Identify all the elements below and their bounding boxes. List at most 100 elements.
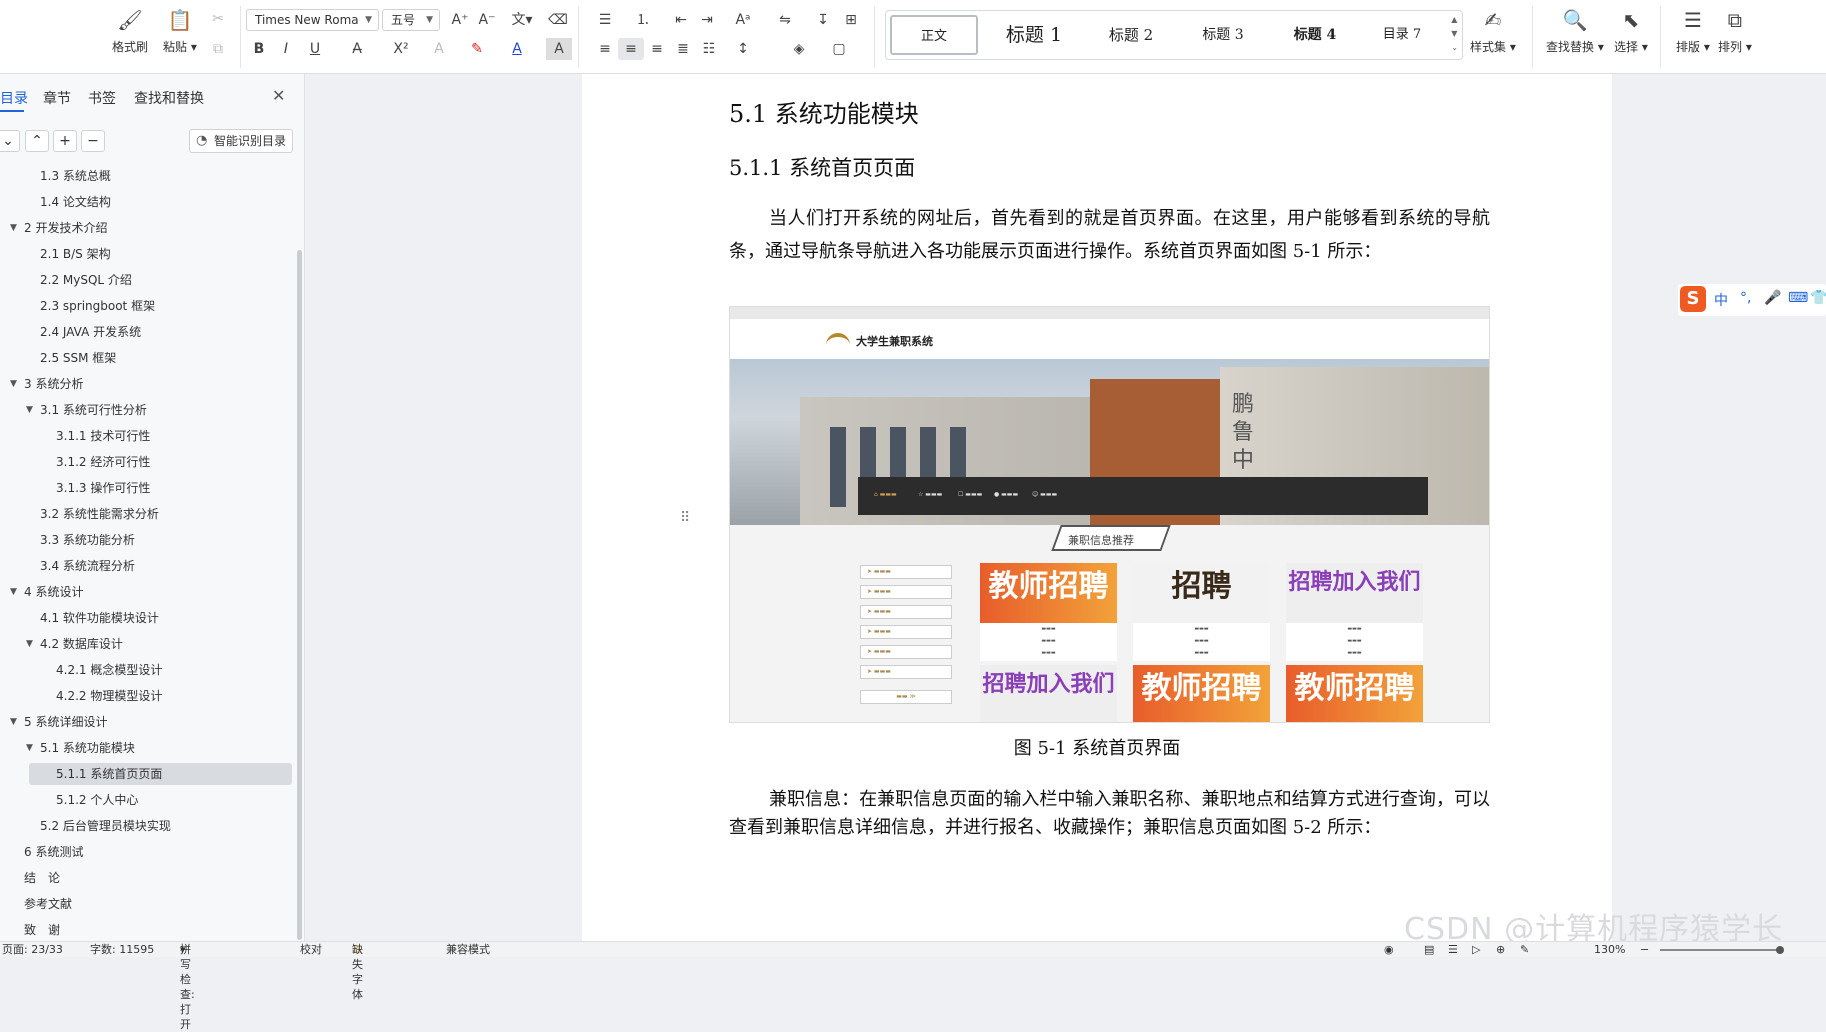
smart-toc-button[interactable]: ◔ 智能识别目录 [189, 129, 293, 153]
outline-view-icon[interactable]: ☰ [1448, 942, 1458, 957]
expand-arrow-icon[interactable]: ▼ [10, 580, 17, 604]
layout-button[interactable]: ☰ 排版 ▾ [1676, 8, 1710, 55]
border-icon[interactable]: ▢ [826, 38, 852, 60]
sogou-logo[interactable]: S [1680, 286, 1706, 312]
toc-item[interactable]: ▼ 4 系统设计 [0, 580, 300, 604]
zoom-out-icon[interactable]: − [1640, 942, 1649, 957]
page-indicator[interactable]: 页面: 23/33 [2, 942, 63, 957]
word-count[interactable]: 字数: 11595 [90, 942, 154, 957]
style-heading-3[interactable]: 标题 3 [1178, 15, 1268, 55]
toc-item[interactable]: 致 谢 [0, 918, 300, 942]
toc-item[interactable]: 3.1.3 操作可行性 [0, 476, 300, 500]
style-heading-2[interactable]: 标题 2 [1086, 15, 1176, 55]
keyboard-icon[interactable]: ⌨ [1788, 290, 1808, 306]
toc-item[interactable]: 参考文献 [0, 892, 300, 916]
toc-item[interactable]: ▼ 2 开发技术介绍 [0, 216, 300, 240]
toc-item[interactable]: 2.4 JAVA 开发系统 [0, 320, 300, 344]
style-heading-1[interactable]: 标题 1 [984, 15, 1084, 55]
font-name-select[interactable]: Times New Roma ▼ [246, 9, 379, 31]
zoom-level[interactable]: 130% [1594, 942, 1625, 957]
tab-chapters[interactable]: 章节 [43, 88, 71, 108]
toc-item[interactable]: 6 系统测试 [0, 840, 300, 864]
sort-icon[interactable]: ↧ [810, 9, 836, 31]
web-view-icon[interactable]: ⊕ [1496, 942, 1505, 957]
underline-icon[interactable]: U [302, 38, 328, 60]
style-normal[interactable]: 正文 [890, 15, 978, 55]
paste-button[interactable]: 📋 粘贴 ▾ [163, 8, 197, 55]
toc-item[interactable]: ▼ 3 系统分析 [0, 372, 300, 396]
style-set-button[interactable]: ✍ 样式集 ▾ [1470, 8, 1516, 55]
zoom-slider-thumb[interactable] [1776, 946, 1784, 954]
toc-item[interactable]: 2.5 SSM 框架 [0, 346, 300, 370]
play-icon[interactable]: ▷ [1472, 942, 1480, 957]
decrease-indent-icon[interactable]: ⇤ [668, 9, 694, 31]
remove-heading-button[interactable]: − [81, 130, 105, 152]
toc-item[interactable]: ▼ 4.2 数据库设计 [0, 632, 300, 656]
collapse-all-button[interactable]: ⌄ [0, 130, 20, 152]
arrange-button[interactable]: ⧉ 排列 ▾ [1718, 8, 1752, 55]
shading-icon[interactable]: ◈ [786, 38, 812, 60]
numbered-list-icon[interactable]: ⒈ [630, 9, 656, 31]
toc-item[interactable]: 4.1 软件功能模块设计 [0, 606, 300, 630]
select-button[interactable]: ⬉ 选择 ▾ [1614, 8, 1648, 55]
toc-item[interactable]: 3.2 系统性能需求分析 [0, 502, 300, 526]
bold-icon[interactable]: B [246, 38, 272, 60]
toc-item[interactable]: 3.1.2 经济可行性 [0, 450, 300, 474]
cut-icon[interactable]: ✂ [205, 8, 231, 30]
pen-icon[interactable]: ✎ [1520, 942, 1529, 957]
toc-item[interactable]: 4.2.1 概念模型设计 [0, 658, 300, 682]
toc-item[interactable]: 5.1.1 系统首页页面 [0, 762, 300, 786]
table-icon[interactable]: ⊞ [838, 9, 864, 31]
phonetic-guide-icon[interactable]: 文▾ [504, 9, 540, 31]
grow-font-icon[interactable]: A⁺ [447, 9, 473, 31]
toc-item[interactable]: 结 论 [0, 866, 300, 890]
toc-scrollbar[interactable] [297, 250, 302, 940]
ime-language-toggle[interactable]: 中 [1714, 290, 1728, 310]
style-toc-7[interactable]: 目录 7 [1362, 15, 1442, 55]
shrink-font-icon[interactable]: A⁻ [474, 9, 500, 31]
toc-item[interactable]: ▼ 3.1 系统可行性分析 [0, 398, 300, 422]
find-replace-button[interactable]: 🔍 查找替换 ▾ [1546, 8, 1604, 55]
expand-arrow-icon[interactable]: ▼ [10, 216, 17, 240]
align-right-icon[interactable]: ≡ [644, 38, 670, 60]
toc-item[interactable]: 5.2 后台管理员模块实现 [0, 814, 300, 838]
char-shading-icon[interactable]: A [546, 38, 572, 60]
format-painter-button[interactable]: 🖌 格式刷 [112, 8, 148, 55]
drag-handle-icon[interactable]: ⠿ [680, 510, 690, 526]
strikethrough-icon[interactable]: A̶ [344, 38, 370, 60]
text-effect-icon[interactable]: A [426, 38, 452, 60]
style-heading-4[interactable]: 标题 4 [1270, 15, 1360, 55]
toc-item[interactable]: 2.3 springboot 框架 [0, 294, 300, 318]
text-direction-icon[interactable]: ⇋ [772, 9, 798, 31]
styles-scroll-icon[interactable]: ▲ ▼ ⌄ [1451, 13, 1458, 55]
move-up-button[interactable]: ⌃ [25, 130, 49, 152]
toc-item[interactable]: ▼ 5 系统详细设计 [0, 710, 300, 734]
toc-item[interactable]: ▼ 5.1 系统功能模块 [0, 736, 300, 760]
expand-arrow-icon[interactable]: ▼ [26, 736, 33, 760]
expand-arrow-icon[interactable]: ▼ [26, 398, 33, 422]
proofread-button[interactable]: 校对 [300, 942, 322, 957]
line-spacing-icon[interactable]: ↕ [730, 38, 756, 60]
toc-item[interactable]: 1.4 论文结构 [0, 190, 300, 214]
expand-arrow-icon[interactable]: ▼ [26, 632, 33, 656]
punctuation-icon[interactable]: °, [1740, 290, 1751, 306]
copy-icon[interactable]: ⧉ [205, 38, 231, 60]
skin-icon[interactable]: 👕 [1810, 290, 1826, 306]
highlight-icon[interactable]: ✎ [464, 38, 490, 60]
tab-toc[interactable]: 目录 [0, 88, 28, 108]
spell-check-toggle[interactable]: 拼写检查: 打开 ▾ [180, 942, 195, 1031]
tab-bookmarks[interactable]: 书签 [88, 88, 116, 108]
zoom-slider[interactable] [1660, 949, 1780, 951]
increase-indent-icon[interactable]: ⇥ [694, 9, 720, 31]
clear-format-icon[interactable]: ⌫ [545, 9, 571, 31]
font-size-select[interactable]: 五号 ▼ [382, 9, 440, 31]
toc-item[interactable]: 2.1 B/S 架构 [0, 242, 300, 266]
case-icon[interactable]: Aᵃ [730, 9, 756, 31]
toc-item[interactable]: 4.2.2 物理模型设计 [0, 684, 300, 708]
expand-arrow-icon[interactable]: ▼ [10, 372, 17, 396]
bullet-list-icon[interactable]: ☰ [592, 9, 618, 31]
italic-icon[interactable]: I [273, 38, 299, 60]
expand-arrow-icon[interactable]: ▼ [10, 710, 17, 734]
add-heading-button[interactable]: + [53, 130, 77, 152]
toc-item[interactable]: 5.1.2 个人中心 [0, 788, 300, 812]
